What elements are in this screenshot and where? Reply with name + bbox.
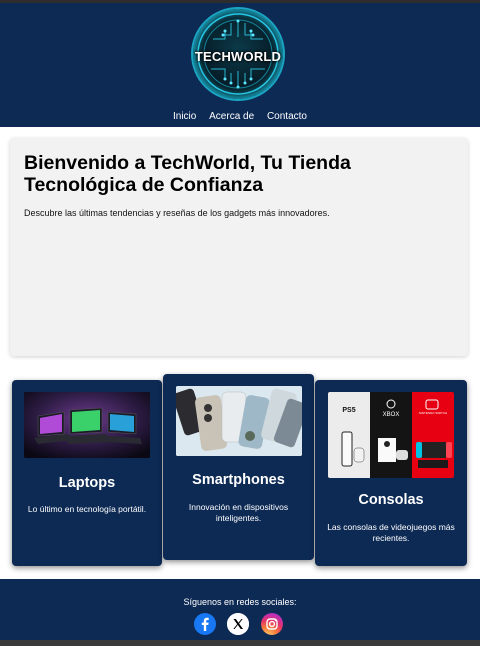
laptops-image <box>24 392 150 458</box>
nav-link-inicio[interactable]: Inicio <box>173 111 196 122</box>
switch-label: NINTENDO SWITCH <box>419 411 447 415</box>
nav-link-acerca-de[interactable]: Acerca de <box>209 111 254 122</box>
card-title-consolas: Consolas <box>358 492 424 508</box>
techworld-logo[interactable]: TECHWORLD <box>193 9 283 99</box>
card-smartphones[interactable]: Smartphones Innovación en dispositivos i… <box>163 374 314 560</box>
site-footer: Síguenos en redes sociales: <box>0 579 480 640</box>
card-text-smartphones: Innovación en dispositivos inteligentes. <box>188 502 289 523</box>
instagram-icon[interactable] <box>261 613 283 635</box>
hero-title: Bienvenido a TechWorld, Tu Tienda Tecnol… <box>24 152 351 196</box>
main-nav: Inicio Acerca de Contacto <box>0 111 480 122</box>
bottom-strip <box>0 640 480 646</box>
smartphones-image <box>176 386 302 456</box>
card-text-laptops: Lo último en tecnología portátil. <box>27 504 147 514</box>
xbox-label: XBOX <box>383 412 400 418</box>
hero-section: Bienvenido a TechWorld, Tu Tienda Tecnol… <box>10 138 468 356</box>
page: TECHWORLD Inicio Acerca de Contacto Bien… <box>0 0 480 646</box>
hero-subtitle: Descubre las últimas tendencias y reseña… <box>24 208 330 218</box>
consoles-image: PS5 XBOX NINTENDO SWITCH <box>328 392 454 478</box>
card-text-consolas: Las consolas de videojuegos más reciente… <box>327 522 455 543</box>
card-consolas[interactable]: PS5 XBOX NINTENDO SWITCH Consolas Las co… <box>315 380 467 566</box>
card-title-laptops: Laptops <box>58 475 116 491</box>
card-laptops[interactable]: Laptops Lo último en tecnología portátil… <box>12 380 162 566</box>
logo-text: TECHWORLD <box>194 49 282 64</box>
follow-text: Síguenos en redes sociales: <box>183 597 297 607</box>
x-icon[interactable] <box>227 613 249 635</box>
facebook-icon[interactable] <box>194 613 216 635</box>
ps5-label: PS5 <box>342 407 355 414</box>
card-title-smartphones: Smartphones <box>192 472 285 488</box>
nav-link-contacto[interactable]: Contacto <box>267 111 307 122</box>
site-header: TECHWORLD Inicio Acerca de Contacto <box>0 3 480 127</box>
